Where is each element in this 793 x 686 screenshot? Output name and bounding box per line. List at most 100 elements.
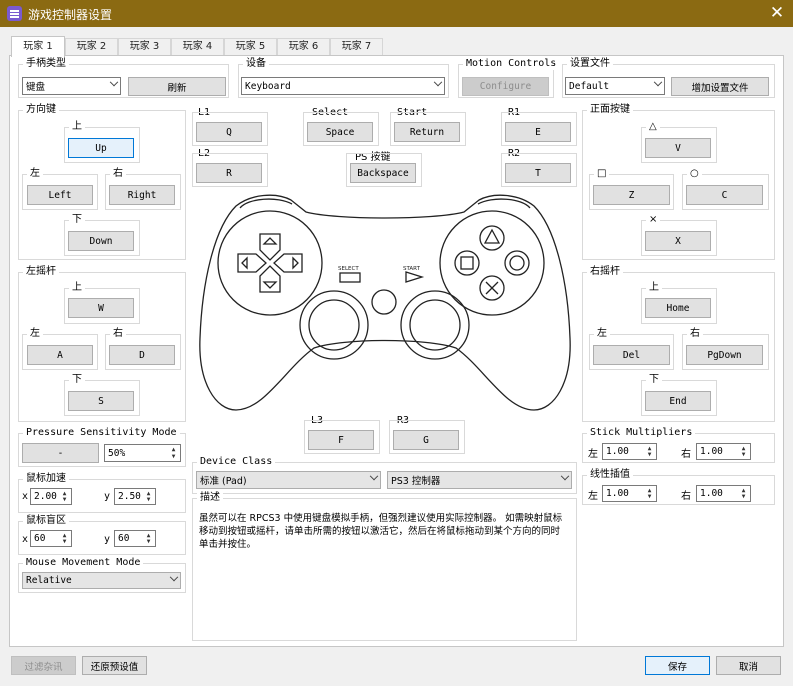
lerp-left-spinbox[interactable]: 1.00 ▲ ▼ xyxy=(602,485,657,502)
r2-button[interactable]: T xyxy=(505,163,571,183)
rstick-up-button[interactable]: Home xyxy=(645,298,711,318)
controller-body xyxy=(199,194,571,411)
cancel-button[interactable]: 取消 xyxy=(716,656,781,675)
dpad-left-button[interactable]: Left xyxy=(27,185,93,205)
device-title: 设备 xyxy=(243,57,269,70)
spin-down-icon[interactable]: ▼ xyxy=(644,452,655,458)
l2-button[interactable]: R xyxy=(196,163,262,183)
handler-title: 手柄类型 xyxy=(23,57,69,70)
r3-button[interactable]: G xyxy=(393,430,459,450)
chevron-down-icon xyxy=(653,77,663,87)
dpad-up-button[interactable]: Up xyxy=(68,138,134,158)
close-icon[interactable]: ✕ xyxy=(767,2,787,24)
ps-button[interactable]: Backspace xyxy=(350,163,416,183)
spin-down-icon[interactable]: ▼ xyxy=(738,494,749,500)
profile-select[interactable]: Default xyxy=(565,77,665,95)
tab-player-3[interactable]: 玩家 3 xyxy=(118,38,171,55)
rstick-down-button[interactable]: End xyxy=(645,391,711,411)
deadzone-title: 鼠标盲区 xyxy=(23,514,69,527)
refresh-button[interactable]: 刷新 xyxy=(128,77,226,96)
lstick-left-button[interactable]: A xyxy=(27,345,93,365)
deadzone-x-value: 60 xyxy=(34,533,46,544)
dpad-down-button[interactable]: Down xyxy=(68,231,134,251)
device-value: Keyboard xyxy=(245,80,291,92)
mouse-move-title: Mouse Movement Mode xyxy=(23,556,144,569)
description-title: 描述 xyxy=(197,491,223,504)
dpad-title: 方向键 xyxy=(23,103,59,116)
device-class-select[interactable]: 标准 (Pad) xyxy=(196,471,381,489)
deadzone-y-spinbox[interactable]: 60 ▲ ▼ xyxy=(114,530,156,547)
start-button[interactable]: Return xyxy=(394,122,460,142)
triangle-button[interactable]: V xyxy=(645,138,711,158)
lerp-right-spinbox[interactable]: 1.00 ▲ ▼ xyxy=(696,485,751,502)
mouse-move-select[interactable]: Relative xyxy=(22,572,181,589)
mouse-accel-x-value: 2.00 xyxy=(34,491,57,502)
configure-button[interactable]: Configure xyxy=(462,77,549,96)
lstick-up-button[interactable]: W xyxy=(68,298,134,318)
rstick-right-button[interactable]: PgDown xyxy=(686,345,763,365)
start-button-icon xyxy=(405,271,425,283)
stick-mult-right-value: 1.00 xyxy=(700,446,723,457)
restore-defaults-button[interactable]: 还原预设值 xyxy=(82,656,147,675)
circle-button-icon xyxy=(504,250,530,276)
chevron-down-icon xyxy=(560,471,570,481)
tab-player-6[interactable]: 玩家 6 xyxy=(277,38,330,55)
tab-player-7[interactable]: 玩家 7 xyxy=(330,38,383,55)
device-select[interactable]: Keyboard xyxy=(241,77,445,95)
l3-button[interactable]: F xyxy=(308,430,374,450)
dpad-right-button[interactable]: Right xyxy=(109,185,175,205)
lstick-down-button[interactable]: S xyxy=(68,391,134,411)
tab-player-5[interactable]: 玩家 5 xyxy=(224,38,277,55)
mouse-accel-x-spinbox[interactable]: 2.00 ▲ ▼ xyxy=(30,488,72,505)
deadzone-x-spinbox[interactable]: 60 ▲ ▼ xyxy=(30,530,72,547)
select-button-icon xyxy=(339,272,361,283)
pressure-value: 50% xyxy=(108,447,126,459)
spin-down-icon[interactable]: ▼ xyxy=(644,494,655,500)
tab-player-4[interactable]: 玩家 4 xyxy=(171,38,224,55)
l1-button[interactable]: Q xyxy=(196,122,262,142)
motion-title: Motion Controls xyxy=(463,57,560,70)
filter-noise-button[interactable]: 过滤杂讯 xyxy=(11,656,76,675)
spin-down-icon[interactable]: ▼ xyxy=(59,497,70,503)
triangle-icon: △ xyxy=(646,120,660,133)
rstick-left-label: 左 xyxy=(594,327,610,340)
dpad-up-label: 上 xyxy=(69,120,85,133)
cross-button[interactable]: X xyxy=(645,231,711,251)
stick-mult-left-label: 左 xyxy=(588,449,598,460)
description-text: 虽然可以在 RPCS3 中使用键盘模拟手柄，但强烈建议使用实际控制器。 如需映射… xyxy=(199,513,563,550)
mouse-accel-y-value: 2.50 xyxy=(118,491,141,502)
handler-select[interactable]: 键盘 xyxy=(22,77,121,95)
spin-down-icon[interactable]: ▼ xyxy=(143,497,154,503)
device-subclass-value: PS3 控制器 xyxy=(391,476,441,487)
chevron-down-icon xyxy=(109,77,119,87)
square-button[interactable]: Z xyxy=(593,185,670,205)
pressure-button[interactable]: - xyxy=(22,443,99,463)
spin-down-icon[interactable]: ▼ xyxy=(59,539,70,545)
spin-down-icon[interactable]: ▼ xyxy=(143,539,154,545)
save-button[interactable]: 保存 xyxy=(645,656,710,675)
tab-player-2[interactable]: 玩家 2 xyxy=(65,38,118,55)
spin-down-icon[interactable]: ▼ xyxy=(168,454,179,460)
device-class-value: 标准 (Pad) xyxy=(200,476,247,487)
tab-player-1[interactable]: 玩家 1 xyxy=(11,36,65,57)
lstick-left-label: 左 xyxy=(27,327,43,340)
profile-value: Default xyxy=(569,80,610,92)
mouse-accel-y-spinbox[interactable]: 2.50 ▲ ▼ xyxy=(114,488,156,505)
select-button[interactable]: Space xyxy=(307,122,373,142)
device-subclass-select[interactable]: PS3 控制器 xyxy=(387,471,572,489)
r1-button[interactable]: E xyxy=(505,122,571,142)
pad-start-text: START xyxy=(403,266,421,272)
dpad-left-label: 左 xyxy=(27,167,43,180)
stick-mult-left-value: 1.00 xyxy=(606,446,629,457)
lerp-right-value: 1.00 xyxy=(700,488,723,499)
lstick-right-button[interactable]: D xyxy=(109,345,175,365)
spin-down-icon[interactable]: ▼ xyxy=(738,452,749,458)
stick-mult-left-spinbox[interactable]: 1.00 ▲ ▼ xyxy=(602,443,657,460)
add-profile-button[interactable]: 增加设置文件 xyxy=(671,77,769,96)
stick-mult-right-spinbox[interactable]: 1.00 ▲ ▼ xyxy=(696,443,751,460)
rstick-left-button[interactable]: Del xyxy=(593,345,670,365)
circle-button[interactable]: C xyxy=(686,185,763,205)
circle-icon: ○ xyxy=(687,167,702,180)
pressure-spinbox[interactable]: 50% ▲ ▼ xyxy=(104,444,181,462)
lerp-title: 线性插值 xyxy=(587,468,633,481)
